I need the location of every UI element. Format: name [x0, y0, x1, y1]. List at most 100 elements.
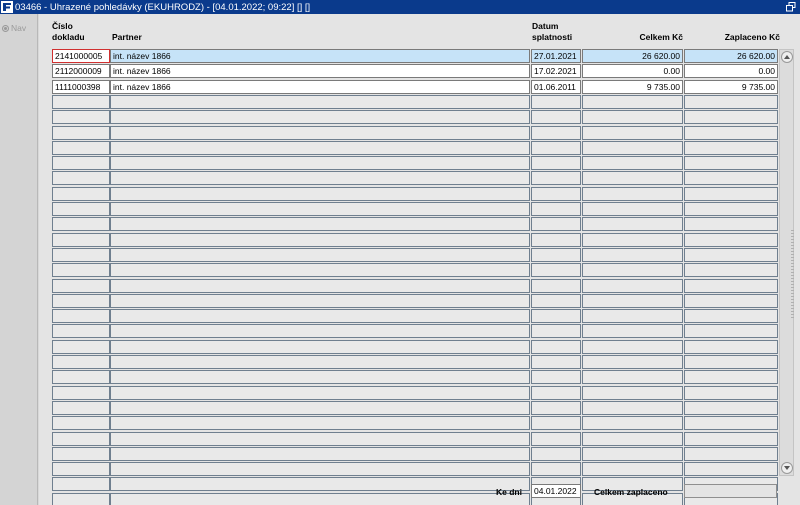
doc-no-cell[interactable]: [52, 156, 110, 171]
doc-no-cell[interactable]: 2141000005: [52, 49, 110, 63]
paid-cell[interactable]: [684, 247, 778, 262]
doc-no-cell[interactable]: [52, 232, 110, 247]
vertical-scrollbar[interactable]: [779, 49, 794, 476]
partner-cell[interactable]: [110, 293, 530, 308]
due-date-cell[interactable]: [531, 232, 581, 247]
total-cell[interactable]: 9 735.00: [582, 79, 683, 94]
total-cell[interactable]: [582, 140, 683, 155]
partner-cell[interactable]: [110, 339, 530, 354]
total-cell[interactable]: [582, 232, 683, 247]
partner-cell[interactable]: int. název 1866: [110, 49, 530, 63]
table-row[interactable]: [52, 477, 778, 492]
table-row[interactable]: [52, 492, 778, 505]
doc-no-cell[interactable]: [52, 293, 110, 308]
table-row[interactable]: [52, 247, 778, 262]
due-date-cell[interactable]: 01.06.2011: [531, 79, 581, 94]
doc-no-cell[interactable]: 2112000009: [52, 64, 110, 79]
partner-cell[interactable]: [110, 263, 530, 278]
partner-cell[interactable]: [110, 370, 530, 385]
paid-cell[interactable]: [684, 232, 778, 247]
due-date-cell[interactable]: 27.01.2021: [531, 49, 581, 63]
partner-cell[interactable]: [110, 309, 530, 324]
paid-cell[interactable]: [684, 140, 778, 155]
table-row[interactable]: [52, 355, 778, 369]
scroll-up-icon[interactable]: [781, 51, 793, 63]
partner-cell[interactable]: [110, 324, 530, 339]
doc-no-cell[interactable]: [52, 339, 110, 354]
total-cell[interactable]: [582, 263, 683, 278]
scroll-down-icon[interactable]: [781, 462, 793, 474]
due-date-cell[interactable]: [531, 355, 581, 369]
total-cell[interactable]: [582, 202, 683, 216]
partner-cell[interactable]: [110, 110, 530, 125]
due-date-cell[interactable]: [531, 309, 581, 324]
paid-cell[interactable]: [684, 263, 778, 278]
total-cell[interactable]: 26 620.00: [582, 49, 683, 63]
restore-window-icon[interactable]: [786, 2, 796, 12]
due-date-cell[interactable]: [531, 278, 581, 293]
due-date-cell[interactable]: [531, 400, 581, 415]
table-row[interactable]: [52, 186, 778, 201]
paid-cell[interactable]: [684, 416, 778, 431]
total-cell[interactable]: [582, 309, 683, 324]
partner-cell[interactable]: [110, 278, 530, 293]
partner-cell[interactable]: [110, 400, 530, 415]
doc-no-cell[interactable]: [52, 217, 110, 232]
scrollbar-grip[interactable]: [791, 230, 794, 318]
doc-no-cell[interactable]: [52, 462, 110, 477]
table-row[interactable]: [52, 339, 778, 354]
total-cell[interactable]: [582, 247, 683, 262]
total-cell[interactable]: [582, 125, 683, 140]
paid-cell[interactable]: [684, 202, 778, 216]
table-row[interactable]: [52, 110, 778, 125]
total-cell[interactable]: [582, 462, 683, 477]
doc-no-cell[interactable]: [52, 278, 110, 293]
paid-cell[interactable]: [684, 462, 778, 477]
table-row[interactable]: [52, 278, 778, 293]
doc-no-cell[interactable]: [52, 477, 110, 492]
paid-cell[interactable]: [684, 339, 778, 354]
due-date-cell[interactable]: 17.02.2021: [531, 64, 581, 79]
doc-no-cell[interactable]: [52, 309, 110, 324]
table-row[interactable]: [52, 217, 778, 232]
due-date-cell[interactable]: [531, 446, 581, 461]
due-date-cell[interactable]: [531, 431, 581, 446]
paid-cell[interactable]: [684, 171, 778, 186]
total-cell[interactable]: [582, 446, 683, 461]
due-date-cell[interactable]: [531, 140, 581, 155]
partner-cell[interactable]: int. název 1866: [110, 79, 530, 94]
partner-cell[interactable]: [110, 156, 530, 171]
table-row[interactable]: [52, 400, 778, 415]
paid-cell[interactable]: 26 620.00: [684, 49, 778, 63]
table-row[interactable]: [52, 309, 778, 324]
paid-cell[interactable]: [684, 446, 778, 461]
total-cell[interactable]: [582, 324, 683, 339]
due-date-cell[interactable]: [531, 339, 581, 354]
table-row[interactable]: [52, 324, 778, 339]
table-row[interactable]: [52, 385, 778, 400]
due-date-cell[interactable]: [531, 156, 581, 171]
partner-cell[interactable]: [110, 247, 530, 262]
total-cell[interactable]: 0.00: [582, 64, 683, 79]
doc-no-cell[interactable]: [52, 140, 110, 155]
due-date-cell[interactable]: [531, 171, 581, 186]
doc-no-cell[interactable]: [52, 446, 110, 461]
table-row[interactable]: [52, 431, 778, 446]
table-row[interactable]: [52, 156, 778, 171]
paid-cell[interactable]: 9 735.00: [684, 79, 778, 94]
partner-cell[interactable]: [110, 232, 530, 247]
due-date-cell[interactable]: [531, 110, 581, 125]
paid-cell[interactable]: [684, 110, 778, 125]
table-row[interactable]: 2141000005 int. název 1866 27.01.2021 26 62…: [52, 49, 778, 63]
paid-cell[interactable]: [684, 309, 778, 324]
due-date-cell[interactable]: [531, 293, 581, 308]
doc-no-cell[interactable]: [52, 385, 110, 400]
partner-cell[interactable]: [110, 140, 530, 155]
partner-cell[interactable]: [110, 202, 530, 216]
due-date-cell[interactable]: [531, 202, 581, 216]
table-row[interactable]: 2112000009 int. název 1866 17.02.2021 0.00 0…: [52, 64, 778, 79]
paid-cell[interactable]: [684, 278, 778, 293]
partner-cell[interactable]: [110, 446, 530, 461]
partner-cell[interactable]: int. název 1866: [110, 64, 530, 79]
paid-cell[interactable]: [684, 156, 778, 171]
